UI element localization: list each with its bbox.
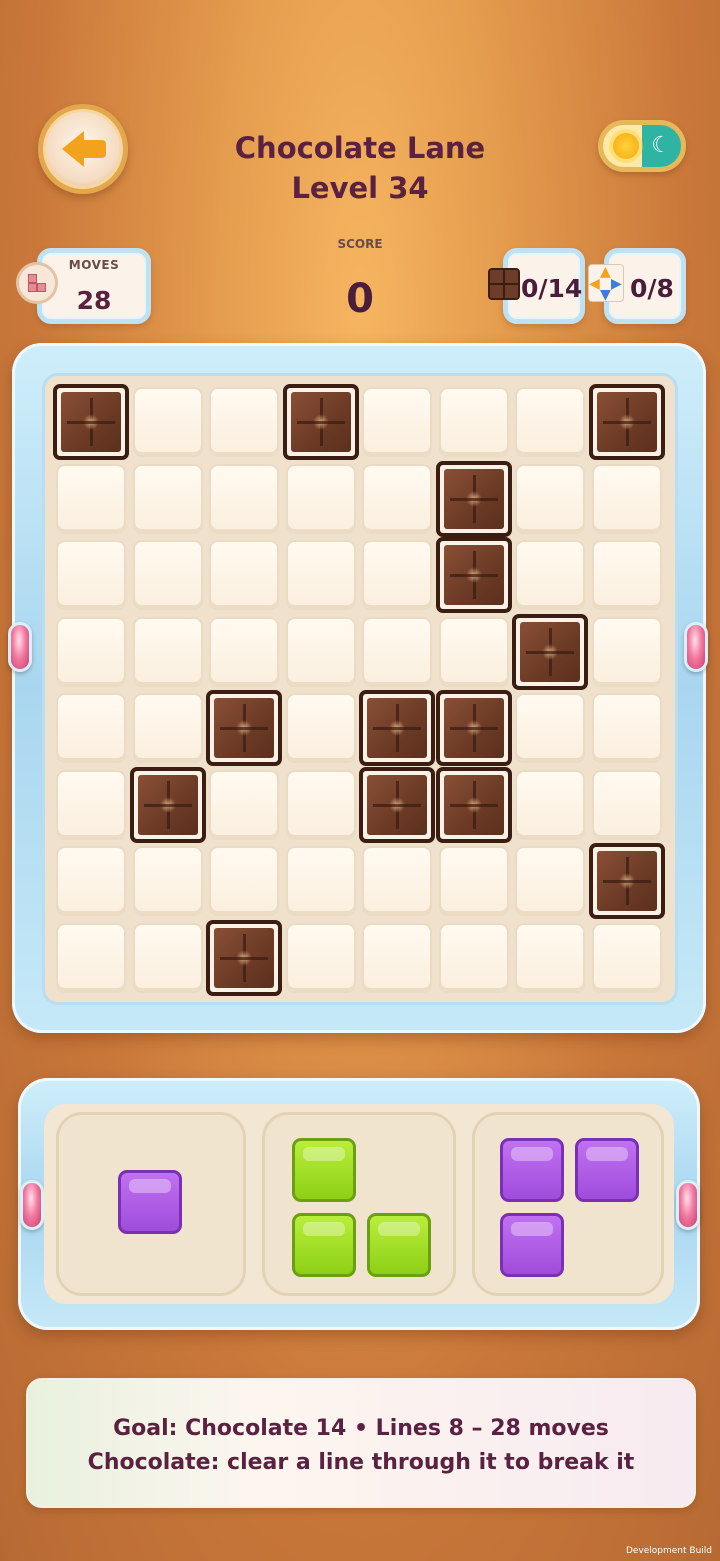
board-cell[interactable] [515, 846, 585, 916]
board-cell[interactable] [56, 769, 126, 840]
chocolate-block [206, 690, 282, 766]
green-piece-block[interactable] [367, 1213, 431, 1277]
purple-piece-block[interactable] [500, 1213, 564, 1277]
right-gem-ornament [684, 622, 708, 672]
chocolate-goal-value: 0/14 [521, 274, 583, 303]
lines-arrows-icon: ▲ ▼ ◀ ▶ [588, 264, 624, 302]
chocolate-block [435, 537, 512, 613]
board-cell[interactable] [209, 463, 279, 534]
chocolate-block [359, 690, 435, 766]
board-cell[interactable] [591, 616, 662, 687]
board-cell[interactable] [438, 387, 509, 457]
moves-value: 28 [76, 286, 112, 315]
chocolate-block [588, 384, 665, 460]
left-gem-ornament [8, 622, 32, 672]
chocolate-block [435, 690, 512, 766]
board-cell[interactable] [132, 540, 203, 610]
back-button[interactable] [38, 104, 128, 194]
game-board[interactable] [42, 373, 678, 1005]
chocolate-block [588, 843, 665, 919]
board-cell[interactable] [209, 540, 279, 610]
board-cell[interactable] [515, 463, 585, 534]
tray-right-gem-ornament [676, 1180, 700, 1230]
board-cell[interactable] [285, 846, 356, 916]
board-cell[interactable] [285, 616, 356, 687]
green-piece-block[interactable] [292, 1213, 356, 1277]
chocolate-icon [488, 268, 520, 300]
board-cell[interactable] [438, 922, 509, 993]
chocolate-block [206, 919, 282, 996]
board-cell[interactable] [438, 846, 509, 916]
dev-build-label: Development Build [625, 1546, 712, 1556]
board-cell[interactable] [209, 769, 279, 840]
board-cell[interactable] [591, 693, 662, 763]
chocolate-block [435, 460, 512, 537]
board-cell[interactable] [56, 922, 126, 993]
board-cell[interactable] [285, 540, 356, 610]
purple-piece-block[interactable] [118, 1170, 182, 1234]
sun-icon [613, 133, 639, 159]
board-cell[interactable] [515, 769, 585, 840]
moves-label: MOVES [68, 258, 120, 272]
lines-goal-value: 0/8 [630, 274, 674, 303]
board-cell[interactable] [209, 387, 279, 457]
board-cell[interactable] [209, 616, 279, 687]
board-cell[interactable] [362, 463, 432, 534]
board-cell[interactable] [285, 463, 356, 534]
board-cell[interactable] [132, 616, 203, 687]
board-cell[interactable] [56, 463, 126, 534]
score-label: SCORE [337, 237, 383, 251]
board-cell[interactable] [362, 616, 432, 687]
board-cell[interactable] [56, 693, 126, 763]
board-cell[interactable] [132, 922, 203, 993]
purple-piece-block[interactable] [500, 1138, 564, 1202]
purple-piece-block[interactable] [575, 1138, 639, 1202]
board-cell[interactable] [591, 922, 662, 993]
board-cell[interactable] [591, 769, 662, 840]
board-cell[interactable] [362, 846, 432, 916]
board-cell[interactable] [285, 769, 356, 840]
green-piece-block[interactable] [292, 1138, 356, 1202]
board-cell[interactable] [438, 616, 509, 687]
board-cell[interactable] [515, 540, 585, 610]
board-cell[interactable] [132, 846, 203, 916]
chocolate-block [359, 766, 435, 843]
chocolate-block [282, 384, 359, 460]
chocolate-block [53, 384, 129, 460]
board-cell[interactable] [591, 463, 662, 534]
board-cell[interactable] [56, 846, 126, 916]
board-cell[interactable] [132, 693, 203, 763]
board-cell[interactable] [209, 846, 279, 916]
board-cell[interactable] [132, 387, 203, 457]
board-cell[interactable] [515, 922, 585, 993]
board-cell[interactable] [362, 387, 432, 457]
chocolate-hint: Chocolate: clear a line through it to br… [87, 1450, 635, 1475]
goal-summary: Goal: Chocolate 14 • Lines 8 – 28 moves [113, 1416, 609, 1441]
back-arrow-icon [62, 131, 106, 167]
board-cell[interactable] [132, 463, 203, 534]
board-cell[interactable] [515, 693, 585, 763]
moon-icon: ☾ [651, 133, 671, 158]
board-cell[interactable] [591, 540, 662, 610]
board-cell[interactable] [285, 693, 356, 763]
score-value: 0 [346, 276, 374, 322]
board-cell[interactable] [515, 387, 585, 457]
chocolate-block [129, 766, 206, 843]
board-cell[interactable] [56, 540, 126, 610]
level-name: Chocolate Lane [234, 131, 486, 165]
board-cell[interactable] [362, 922, 432, 993]
chocolate-block [512, 613, 588, 690]
chocolate-block [435, 766, 512, 843]
board-cell[interactable] [285, 922, 356, 993]
tray-left-gem-ornament [20, 1180, 44, 1230]
day-night-toggle[interactable]: ☾ [598, 120, 686, 172]
board-cell[interactable] [362, 540, 432, 610]
board-cell[interactable] [56, 616, 126, 687]
level-number: Level 34 [291, 171, 429, 205]
